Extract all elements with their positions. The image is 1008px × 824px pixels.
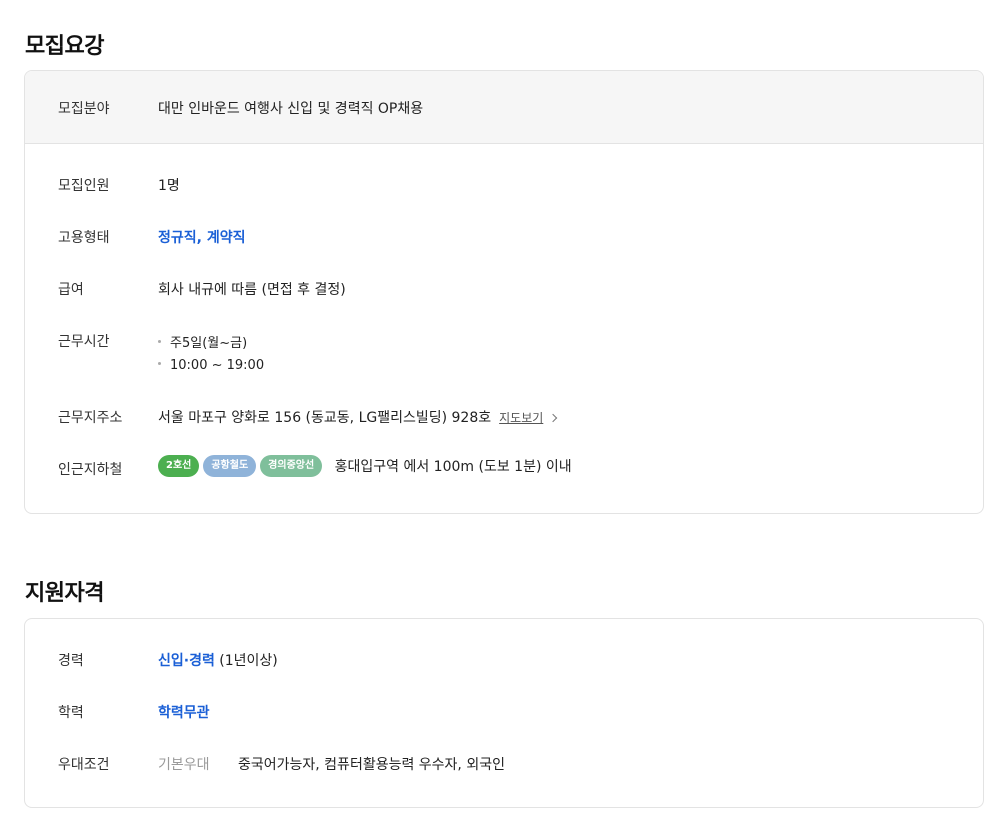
- headcount-value: 1명: [158, 178, 180, 194]
- address-value-wrap: 서울 마포구 양화로 156 (동교동, LG팰리스빌딩) 928호 지도보기: [158, 407, 558, 427]
- field-value: 대만 인바운드 여행사 신입 및 경력직 OP채용: [158, 101, 424, 117]
- preference-sub-label: 기본우대: [158, 757, 210, 773]
- hours-item: 주5일(월~금): [158, 332, 247, 351]
- education-label: 학력: [58, 705, 84, 721]
- employment-label: 고용형태: [58, 230, 110, 246]
- map-link[interactable]: 지도보기: [499, 411, 543, 425]
- hours-item: 10:00 ~ 19:00: [158, 358, 264, 373]
- career-value: 신입·경력 (1년이상): [158, 653, 278, 669]
- field-label: 모집분야: [58, 101, 110, 117]
- section-title-recruit: 모집요강: [25, 34, 104, 59]
- recruit-card: 모집분야 대만 인바운드 여행사 신입 및 경력직 OP채용 모집인원 1명 고…: [24, 70, 984, 514]
- bullet-icon: [158, 362, 161, 365]
- education-value: 학력무관: [158, 705, 210, 721]
- salary-value: 회사 내규에 따름 (면접 후 결정): [158, 282, 346, 298]
- station-text: 홍대입구역 에서 100m (도보 1분) 이내: [334, 459, 572, 475]
- subway-line-badge: 공항철도: [203, 455, 257, 477]
- subway-value: 2호선 공항철도 경의중앙선 홍대입구역 에서 100m (도보 1분) 이내: [158, 455, 572, 477]
- section-title-qualification: 지원자격: [25, 581, 104, 606]
- preference-value: 중국어가능자, 컴퓨터활용능력 우수자, 외국인: [238, 757, 505, 773]
- row-hours: 근무시간 주5일(월~금) 10:00 ~ 19:00: [25, 331, 983, 381]
- bullet-icon: [158, 340, 161, 343]
- employment-value: 정규직, 계약직: [158, 230, 246, 246]
- career-label: 경력: [58, 653, 84, 669]
- address-value: 서울 마포구 양화로 156 (동교동, LG팰리스빌딩) 928호: [158, 410, 492, 426]
- qualification-card: 경력 신입·경력 (1년이상) 학력 학력무관 우대조건 기본우대 중국어가능자…: [24, 618, 984, 808]
- chevron-right-icon[interactable]: [549, 413, 558, 423]
- preference-label: 우대조건: [58, 757, 110, 773]
- salary-label: 급여: [58, 282, 84, 298]
- address-label: 근무지주소: [58, 410, 123, 426]
- headcount-label: 모집인원: [58, 178, 110, 194]
- subway-label: 인근지하철: [58, 462, 123, 478]
- subway-line-badge: 경의중앙선: [260, 455, 323, 477]
- subway-line-badge: 2호선: [158, 455, 200, 477]
- hours-label: 근무시간: [58, 334, 110, 350]
